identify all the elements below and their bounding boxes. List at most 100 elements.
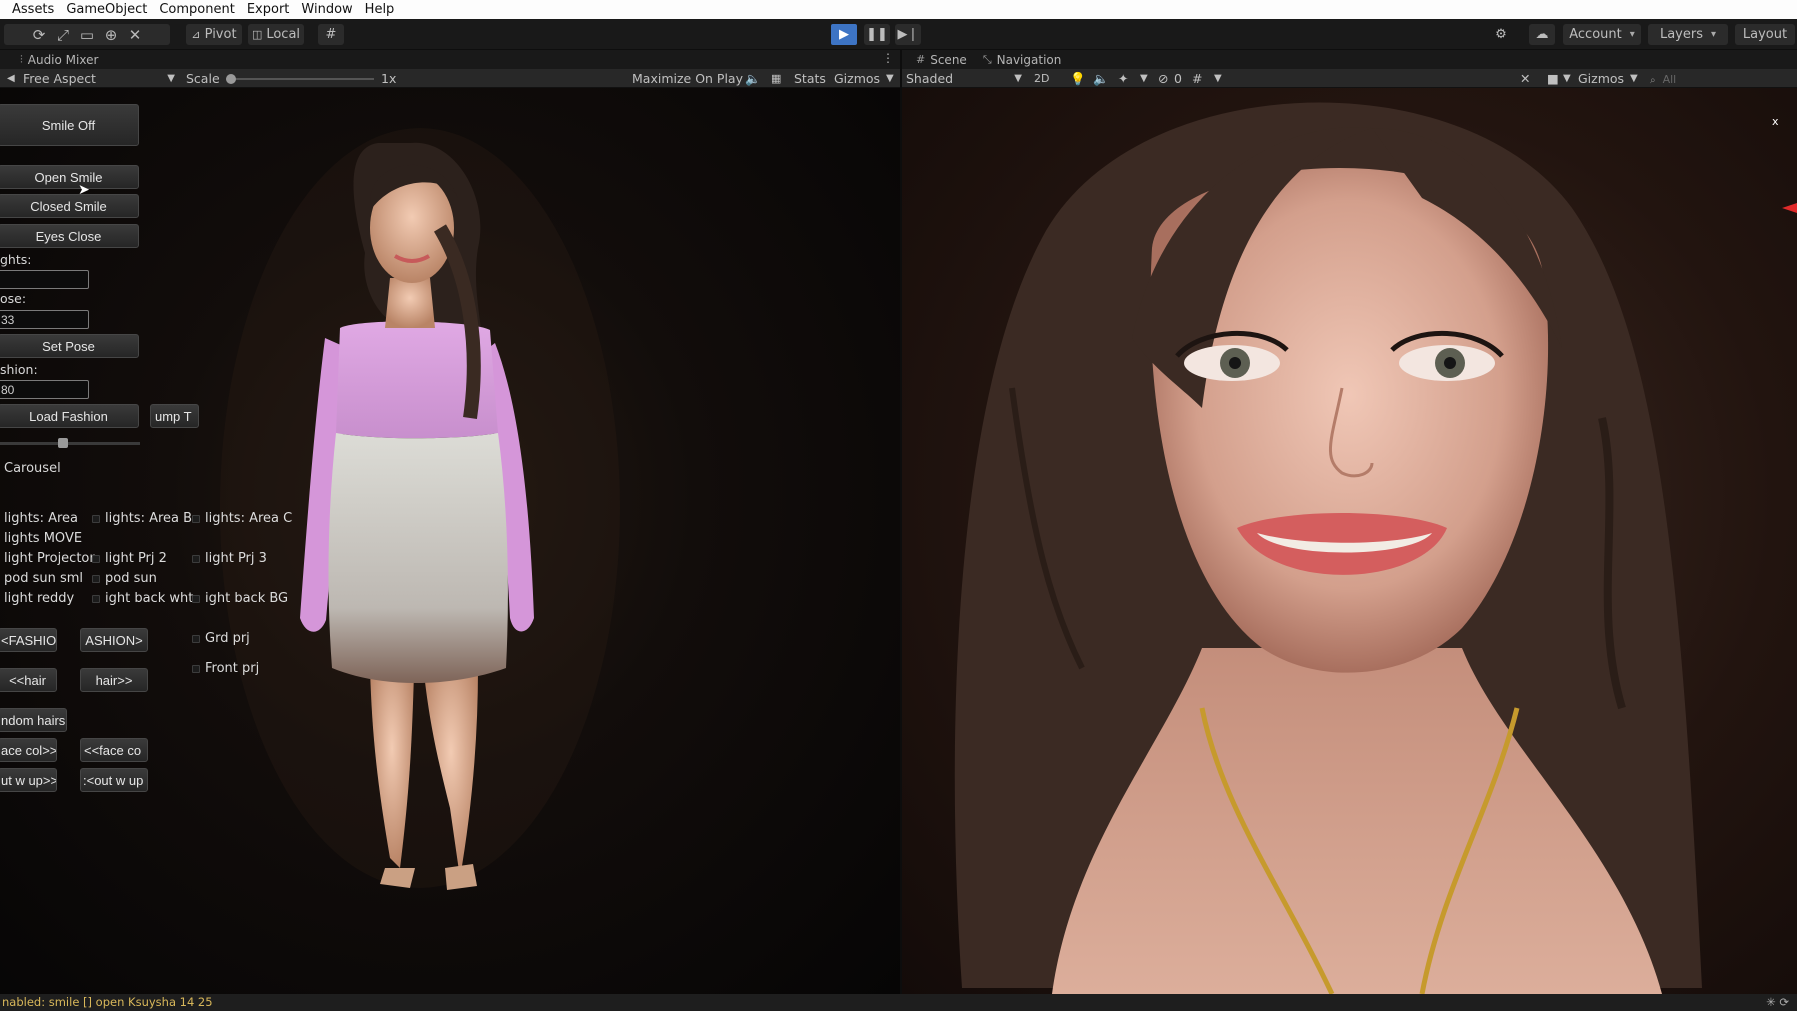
checkbox-light-back-bg[interactable]: ight back BG [192, 591, 288, 606]
checkbox-light-reddy[interactable]: light reddy [4, 591, 74, 606]
prev-face-color-button[interactable]: <<face co [80, 738, 148, 762]
grid-chevron-down-icon[interactable]: ▼ [1214, 69, 1222, 88]
tab-scene[interactable]: # Scene [908, 50, 975, 69]
random-hairs-button[interactable]: ndom hairs [0, 708, 67, 732]
checkbox-lights-move[interactable]: lights MOVE [4, 531, 82, 546]
audio-toggle-icon[interactable]: 🔈 [1093, 69, 1109, 88]
smile-off-button[interactable]: Smile Off [0, 104, 139, 146]
layout-dropdown[interactable]: Layout [1735, 24, 1795, 45]
eyes-close-button[interactable]: Eyes Close [0, 224, 139, 248]
tab-audio-mixer[interactable]: ⫶ Audio Mixer [12, 50, 106, 69]
checkbox-lights-area-b[interactable]: lights: Area B [92, 511, 192, 526]
stats-icon: ▦ [771, 72, 782, 85]
maximize-on-play-toggle[interactable]: Maximize On Play [632, 69, 743, 88]
checkbox-light-prj3[interactable]: light Prj 3 [192, 551, 267, 566]
panel-menu-icon[interactable]: ⋮ [882, 51, 894, 65]
prev-fashion-button[interactable]: <FASHIO [0, 628, 57, 652]
checkbox-box [92, 574, 100, 583]
set-pose-button[interactable]: Set Pose [0, 334, 139, 358]
checkbox-front-prj[interactable]: Front prj [192, 661, 259, 676]
mute-audio-icon[interactable]: 🔈 [745, 69, 761, 88]
jump-to-button[interactable]: ump T [150, 404, 199, 428]
display-dropdown-arrow-icon[interactable]: ◀ [7, 69, 15, 88]
checkbox-lights-area-c[interactable]: lights: Area C [192, 511, 292, 526]
camera-chevron-down-icon[interactable]: ▼ [1563, 69, 1571, 88]
menu-window[interactable]: Window [295, 0, 358, 19]
console-status-bar[interactable]: nabled: smile [] open Ksuysha 14 25 ✳ ⟳ [0, 994, 1797, 1011]
checkbox-light-prj2-label: light Prj 2 [105, 551, 167, 566]
menu-export[interactable]: Export [241, 0, 296, 19]
tools-icon[interactable]: ✕ [1520, 69, 1530, 88]
checkbox-light-prj2[interactable]: light Prj 2 [92, 551, 167, 566]
checkbox-light-prj3-label: light Prj 3 [205, 551, 267, 566]
lights-input[interactable] [0, 270, 89, 289]
shading-dropdown[interactable]: Shaded ▼ [906, 69, 1022, 88]
checkbox-pod-sun-sml[interactable]: pod sun sml [4, 571, 83, 586]
grid-snap-button[interactable]: # [318, 24, 344, 45]
hidden-objects-icon[interactable]: ⊘ [1158, 69, 1168, 88]
load-fashion-button[interactable]: Load Fashion [0, 404, 139, 428]
menu-component[interactable]: Component [153, 0, 240, 19]
fashion-slider[interactable] [0, 438, 140, 448]
grid-toggle-icon[interactable]: # [1192, 69, 1202, 88]
scene-search[interactable]: ⌕ All [1650, 69, 1797, 90]
checkbox-light-back-wht[interactable]: ight back wht [92, 591, 193, 606]
effects-toggle-icon[interactable]: ✦ [1118, 69, 1128, 88]
game-view[interactable]: Smile Off Open Smile Closed Smile Eyes C… [0, 88, 900, 994]
custom-tool-icon[interactable]: ✕ [123, 24, 147, 45]
next-face-color-button[interactable]: ace col>> [0, 738, 57, 762]
lights-label: ghts: [0, 252, 32, 267]
checkbox-pod-sun-label: pod sun [105, 571, 157, 586]
layout-label: Layout [1742, 27, 1788, 42]
cloud-button[interactable]: ☁ [1529, 24, 1555, 45]
rotate-tool-icon[interactable]: ⟳ [27, 24, 51, 45]
checkbox-pod-sun-sml-label: pod sun sml [4, 571, 84, 586]
checkbox-lights-move-label: lights MOVE [4, 531, 83, 546]
pose-input[interactable] [0, 310, 89, 329]
checkbox-box [192, 514, 200, 523]
open-smile-button[interactable]: Open Smile [0, 165, 139, 189]
layers-dropdown[interactable]: Layers [1648, 24, 1728, 45]
gizmos-chevron-down-icon[interactable]: ▼ [886, 69, 894, 88]
lighting-toggle-icon[interactable]: 💡 [1070, 69, 1086, 88]
prev-hair-button[interactable]: <<hair [0, 668, 57, 692]
checkbox-light-projector[interactable]: light Projector [4, 551, 95, 566]
stats-toggle[interactable]: Stats [794, 69, 826, 88]
checkbox-lights-area[interactable]: lights: Area [4, 511, 78, 526]
pivot-toggle[interactable]: ⊿ Pivot [186, 24, 242, 45]
checkbox-pod-sun[interactable]: pod sun [92, 571, 157, 586]
scale-slider-handle[interactable] [226, 74, 236, 84]
rect-tool-icon[interactable]: ▭ [75, 24, 99, 45]
menu-assets[interactable]: Assets [0, 0, 60, 19]
account-dropdown[interactable]: Account [1563, 24, 1641, 45]
carousel-toggle[interactable]: Carousel [4, 461, 61, 476]
checkbox-grd-prj[interactable]: Grd prj [192, 631, 250, 646]
step-button[interactable]: ▶❘ [895, 24, 921, 45]
scale-tool-icon[interactable]: ⤢ [51, 24, 75, 45]
transform-tool-icon[interactable]: ⊕ [99, 24, 123, 45]
closed-smile-button[interactable]: Closed Smile [0, 194, 139, 218]
prev-out-w-up-button[interactable]: :<out w up [80, 768, 148, 792]
next-hair-button[interactable]: hair>> [80, 668, 148, 692]
gizmos-toggle[interactable]: Gizmos [834, 69, 880, 88]
next-fashion-button[interactable]: ASHION> [80, 628, 148, 652]
tab-navigation[interactable]: ⤡ Navigation [975, 50, 1070, 69]
fashion-input[interactable] [0, 380, 89, 399]
scene-gizmos-toggle[interactable]: Gizmos [1578, 69, 1624, 88]
settings-button[interactable]: ⚙ [1490, 24, 1512, 45]
status-icons: ✳ ⟳ [1766, 995, 1789, 1009]
fashion-slider-handle[interactable] [58, 438, 68, 448]
effects-chevron-down-icon[interactable]: ▼ [1140, 69, 1148, 88]
next-out-w-up-button[interactable]: ut w up>> [0, 768, 57, 792]
menu-gameobject[interactable]: GameObject [60, 0, 153, 19]
scene-grid-icon: # [916, 53, 926, 66]
aspect-dropdown[interactable]: Free Aspect ▼ [23, 69, 175, 88]
local-toggle[interactable]: ◫ Local [248, 24, 304, 45]
scene-view[interactable]: x [902, 88, 1797, 994]
camera-icon[interactable]: ■ [1547, 69, 1559, 88]
play-button[interactable]: ▶ [831, 24, 857, 45]
scene-gizmos-chevron-down-icon[interactable]: ▼ [1630, 69, 1638, 88]
mode-2d-toggle[interactable]: 2D [1034, 69, 1049, 88]
pause-button[interactable]: ❚❚ [864, 24, 890, 45]
menu-help[interactable]: Help [359, 0, 401, 19]
